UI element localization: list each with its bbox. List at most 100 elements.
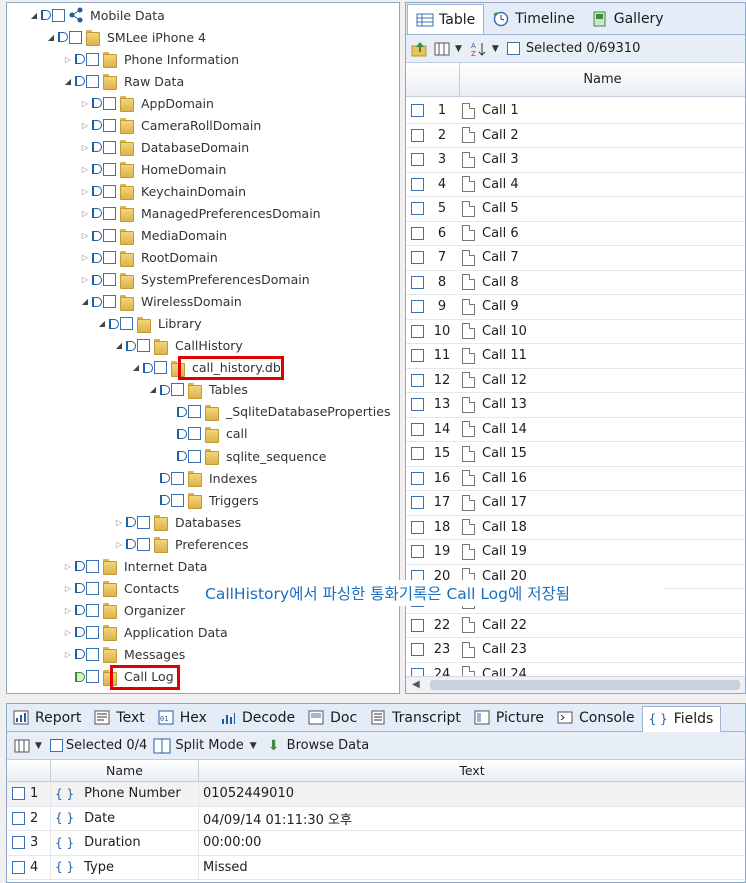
table-row[interactable]: 5 Call 5 (406, 197, 745, 222)
tree-node[interactable]: ◢ SMLee iPhone 4 (46, 26, 206, 48)
collapse-arrow-icon[interactable]: ▷ (80, 208, 90, 218)
collapse-arrow-icon[interactable]: ▷ (80, 186, 90, 196)
selection-state-icon[interactable] (75, 54, 85, 65)
row-checkbox[interactable] (411, 202, 424, 216)
collapse-arrow-icon[interactable]: ▷ (80, 98, 90, 108)
folder-up-icon[interactable] (411, 41, 429, 57)
selection-state-icon[interactable] (92, 208, 102, 219)
tree-node[interactable]: ◢ Raw Data (63, 70, 184, 92)
collapse-arrow-icon[interactable]: ▷ (80, 164, 90, 174)
selection-state-icon[interactable] (92, 230, 102, 241)
tree-node[interactable]: ◢ CallHistory (114, 335, 243, 357)
selection-state-icon[interactable] (41, 10, 51, 20)
tree-node[interactable]: ▷ MediaDomain (80, 225, 227, 247)
table-row[interactable]: 9 Call 9 (406, 295, 745, 320)
row-checkbox[interactable] (411, 422, 424, 436)
selection-state-icon[interactable] (126, 340, 136, 351)
columns-icon[interactable] (13, 738, 31, 754)
tree-node[interactable]: ▷ SystemPreferencesDomain (80, 269, 310, 291)
tree-node[interactable]: ▷ KeychainDomain (80, 180, 246, 202)
tree-node[interactable]: ◢ Library (97, 313, 202, 335)
selection-state-icon[interactable] (75, 649, 85, 660)
split-mode-icon[interactable] (153, 738, 171, 754)
selection-state-icon[interactable] (58, 32, 68, 43)
expand-arrow-icon[interactable]: ◢ (97, 319, 107, 329)
expand-arrow-icon[interactable]: ◢ (148, 385, 158, 395)
selection-state-icon[interactable] (92, 274, 102, 285)
scroll-left-icon[interactable]: ◀ (412, 679, 420, 690)
tree-checkbox[interactable] (171, 493, 184, 507)
table-row[interactable]: 22 Call 22 (406, 614, 745, 638)
row-checkbox[interactable] (411, 471, 424, 485)
table-row[interactable]: 16 Call 16 (406, 467, 745, 491)
collapse-arrow-icon[interactable] (63, 672, 73, 682)
fields-header-select[interactable] (7, 760, 51, 781)
tree-node[interactable]: ◢ Mobile Data (29, 4, 165, 26)
table-row[interactable]: 14 Call 14 (406, 418, 745, 442)
tree-node[interactable]: ▷ Messages (63, 643, 185, 665)
row-checkbox[interactable] (411, 447, 424, 461)
expand-arrow-icon[interactable]: ◢ (80, 297, 90, 307)
table-row[interactable]: 1 Call 1 (406, 99, 745, 124)
selection-state-icon[interactable] (160, 384, 170, 395)
row-checkbox[interactable] (411, 618, 424, 632)
expand-arrow-icon[interactable]: ◢ (29, 10, 39, 20)
collapse-arrow-icon[interactable]: ▷ (63, 605, 73, 615)
table-row[interactable]: 6 Call 6 (406, 222, 745, 246)
tree-checkbox[interactable] (103, 273, 116, 287)
row-checkbox[interactable] (411, 324, 424, 338)
column-header-name[interactable]: Name (460, 63, 745, 96)
table-header-select[interactable] (406, 63, 460, 96)
tab-table[interactable]: Table (407, 4, 485, 34)
collapse-arrow-icon[interactable]: ▷ (63, 583, 73, 593)
tree-checkbox[interactable] (188, 427, 201, 441)
tree-node[interactable]: sqlite_sequence (165, 445, 326, 467)
tree-checkbox[interactable] (137, 515, 150, 529)
tree-node[interactable]: _SqliteDatabaseProperties (165, 401, 390, 423)
tree-checkbox[interactable] (103, 251, 116, 265)
columns-dropdown-icon[interactable]: ▼ (35, 741, 42, 751)
tree-checkbox[interactable] (86, 647, 99, 661)
table-row[interactable]: 4 Call 4 (406, 173, 745, 197)
selection-state-icon[interactable] (92, 142, 102, 153)
tab-text[interactable]: Text (88, 705, 151, 731)
collapse-arrow-icon[interactable]: ▷ (80, 120, 90, 130)
selection-state-icon[interactable] (126, 517, 136, 528)
tab-hex[interactable]: 01 Hex (152, 705, 214, 731)
field-row[interactable]: 3 { } Duration 00:00:00 (7, 831, 745, 856)
row-checkbox[interactable] (411, 153, 424, 167)
selection-state-icon[interactable] (92, 120, 102, 131)
selection-state-icon[interactable] (177, 428, 187, 439)
tree-checkbox[interactable] (52, 8, 65, 22)
select-all-checkbox[interactable] (506, 42, 520, 55)
row-checkbox[interactable] (411, 520, 424, 534)
tree-node[interactable]: ▷ AppDomain (80, 92, 214, 114)
expand-arrow-icon[interactable]: ◢ (63, 76, 73, 86)
tree-node[interactable]: call (165, 423, 247, 445)
sort-dropdown-icon[interactable]: ▼ (492, 44, 499, 54)
row-checkbox[interactable] (411, 349, 424, 363)
row-checkbox[interactable] (411, 275, 424, 289)
collapse-arrow-icon[interactable]: ▷ (80, 142, 90, 152)
scrollbar-thumb[interactable] (430, 680, 740, 690)
tree-checkbox[interactable] (103, 184, 116, 198)
row-checkbox[interactable] (411, 300, 424, 314)
table-row[interactable]: 3 Call 3 (406, 148, 745, 173)
columns-icon[interactable] (433, 41, 451, 57)
table-row[interactable]: 12 Call 12 (406, 369, 745, 393)
sort-az-icon[interactable]: AZ (470, 41, 488, 57)
tree-checkbox[interactable] (86, 52, 99, 66)
table-row[interactable]: 23 Call 23 (406, 638, 745, 663)
browse-arrow-icon[interactable]: ⬇ (265, 738, 283, 754)
browse-data-button[interactable]: Browse Data (287, 738, 370, 753)
tab-fields[interactable]: { } Fields (641, 705, 722, 732)
row-checkbox[interactable] (411, 545, 424, 559)
collapse-arrow-icon[interactable]: ▷ (63, 627, 73, 637)
selection-state-icon[interactable] (75, 605, 85, 616)
table-row[interactable]: 19 Call 19 (406, 540, 745, 565)
table-row[interactable]: 13 Call 13 (406, 393, 745, 418)
collapse-arrow-icon[interactable]: ▷ (63, 649, 73, 659)
selection-state-icon[interactable] (75, 671, 85, 682)
collapse-arrow-icon[interactable]: ▷ (63, 54, 73, 64)
tree-checkbox[interactable] (86, 559, 99, 573)
